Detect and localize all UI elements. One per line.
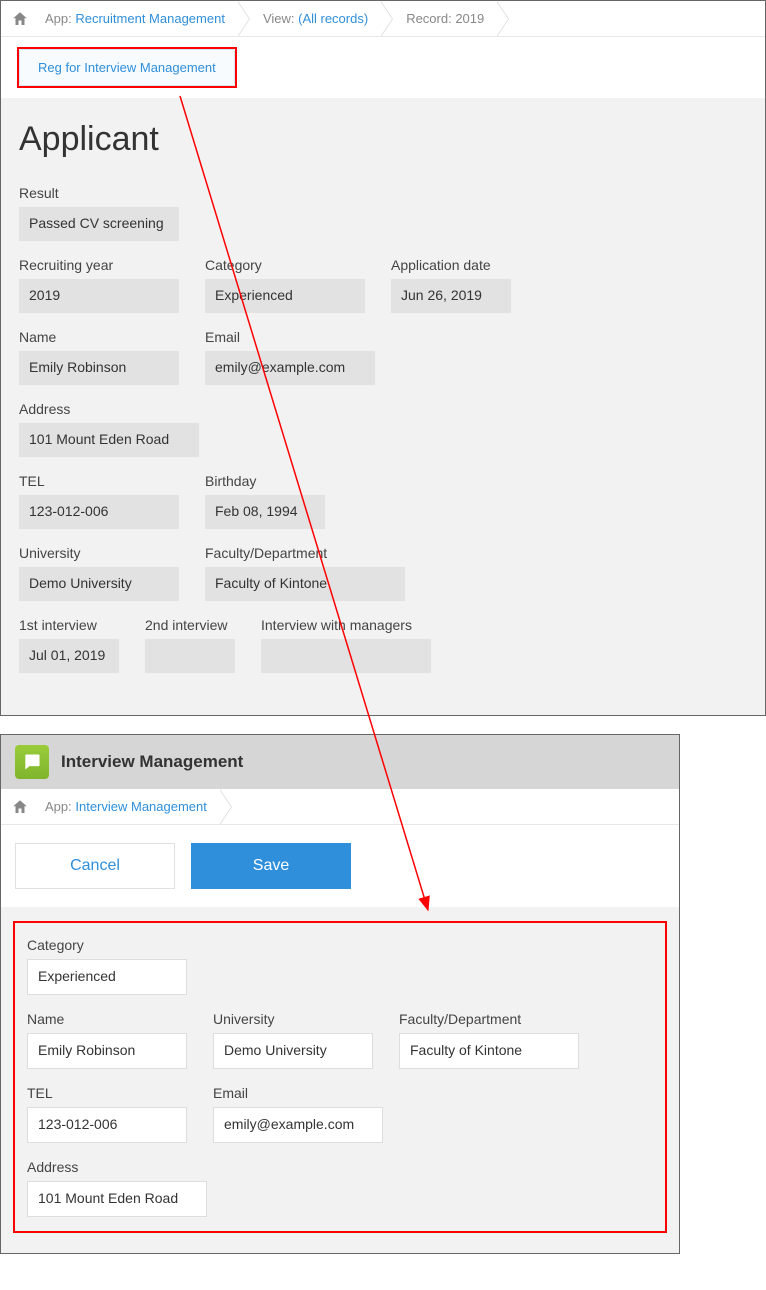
field-interview1: 1st interview Jul 01, 2019 [19, 617, 119, 673]
breadcrumb-view[interactable]: View: (All records) [241, 1, 384, 37]
field-interview-mgr: Interview with managers [261, 617, 431, 673]
field-email-2: Email emily@example.com [213, 1085, 383, 1143]
field-faculty-2: Faculty/Department Faculty of Kintone [399, 1011, 579, 1069]
field-tel: TEL 123-012-006 [19, 473, 179, 529]
breadcrumb: App: Recruitment Management View: (All r… [1, 1, 765, 37]
action-row: Reg for Interview Management [1, 37, 765, 98]
label-birthday: Birthday [205, 473, 325, 489]
field-name: Name Emily Robinson [19, 329, 179, 385]
label-interview-mgr: Interview with managers [261, 617, 431, 633]
label-address: Address [19, 401, 199, 417]
value-name-2[interactable]: Emily Robinson [27, 1033, 187, 1069]
reg-interview-button[interactable]: Reg for Interview Management [19, 49, 235, 86]
home-icon[interactable] [11, 10, 29, 28]
view-link[interactable]: (All records) [298, 11, 368, 26]
label-email: Email [205, 329, 375, 345]
field-name-2: Name Emily Robinson [27, 1011, 187, 1069]
value-interview1: Jul 01, 2019 [19, 639, 119, 673]
interview-form: Category Experienced Name Emily Robinson… [1, 907, 679, 1253]
value-category: Experienced [205, 279, 365, 313]
label-application-date: Application date [391, 257, 511, 273]
value-email: emily@example.com [205, 351, 375, 385]
field-result: Result Passed CV screening [19, 185, 179, 241]
label-interview1: 1st interview [19, 617, 119, 633]
field-faculty: Faculty/Department Faculty of Kintone [205, 545, 405, 601]
label-address-2: Address [27, 1159, 207, 1175]
label-university: University [19, 545, 179, 561]
field-address-2: Address 101 Mount Eden Road [27, 1159, 207, 1217]
breadcrumb-app-2[interactable]: App: Interview Management [33, 789, 223, 825]
label-tel: TEL [19, 473, 179, 489]
value-application-date: Jun 26, 2019 [391, 279, 511, 313]
app-header: Interview Management [1, 735, 679, 789]
field-email: Email emily@example.com [205, 329, 375, 385]
applicant-form: Applicant Result Passed CV screening Rec… [1, 98, 765, 715]
label-recruiting-year: Recruiting year [19, 257, 179, 273]
breadcrumb-2: App: Interview Management [1, 789, 679, 825]
value-tel: 123-012-006 [19, 495, 179, 529]
value-recruiting-year: 2019 [19, 279, 179, 313]
label-faculty: Faculty/Department [205, 545, 405, 561]
app-header-title: Interview Management [61, 752, 243, 772]
field-interview2: 2nd interview [145, 617, 235, 673]
value-address: 101 Mount Eden Road [19, 423, 199, 457]
view-prefix: View: [263, 11, 298, 26]
field-tel-2: TEL 123-012-006 [27, 1085, 187, 1143]
label-university-2: University [213, 1011, 373, 1027]
label-name-2: Name [27, 1011, 187, 1027]
label-faculty-2: Faculty/Department [399, 1011, 579, 1027]
breadcrumb-record: Record: 2019 [384, 1, 500, 37]
value-result: Passed CV screening [19, 207, 179, 241]
value-interview-mgr [261, 639, 431, 673]
button-row: Cancel Save [1, 825, 679, 907]
interview-panel: Interview Management App: Interview Mana… [0, 734, 680, 1254]
field-application-date: Application date Jun 26, 2019 [391, 257, 511, 313]
applicant-panel: App: Recruitment Management View: (All r… [0, 0, 766, 716]
app-link-2[interactable]: Interview Management [75, 799, 207, 814]
chat-icon [15, 745, 49, 779]
highlighted-fields: Category Experienced Name Emily Robinson… [13, 921, 667, 1233]
app-prefix-2: App: [45, 799, 75, 814]
value-faculty: Faculty of Kintone [205, 567, 405, 601]
label-result: Result [19, 185, 179, 201]
field-category: Category Experienced [205, 257, 365, 313]
page-title: Applicant [19, 120, 747, 159]
value-email-2[interactable]: emily@example.com [213, 1107, 383, 1143]
label-tel-2: TEL [27, 1085, 187, 1101]
home-icon[interactable] [11, 798, 29, 816]
label-interview2: 2nd interview [145, 617, 235, 633]
value-birthday: Feb 08, 1994 [205, 495, 325, 529]
record-label: Record: 2019 [406, 11, 484, 26]
field-university-2: University Demo University [213, 1011, 373, 1069]
value-university-2[interactable]: Demo University [213, 1033, 373, 1069]
app-prefix: App: [45, 11, 75, 26]
label-email-2: Email [213, 1085, 383, 1101]
value-university: Demo University [19, 567, 179, 601]
value-tel-2[interactable]: 123-012-006 [27, 1107, 187, 1143]
cancel-button[interactable]: Cancel [15, 843, 175, 889]
value-address-2[interactable]: 101 Mount Eden Road [27, 1181, 207, 1217]
field-university: University Demo University [19, 545, 179, 601]
field-category-2: Category Experienced [27, 937, 187, 995]
breadcrumb-app[interactable]: App: Recruitment Management [33, 1, 241, 37]
label-name: Name [19, 329, 179, 345]
save-button[interactable]: Save [191, 843, 351, 889]
value-faculty-2[interactable]: Faculty of Kintone [399, 1033, 579, 1069]
app-link[interactable]: Recruitment Management [75, 11, 225, 26]
value-category-2[interactable]: Experienced [27, 959, 187, 995]
field-recruiting-year: Recruiting year 2019 [19, 257, 179, 313]
label-category: Category [205, 257, 365, 273]
label-category-2: Category [27, 937, 187, 953]
field-birthday: Birthday Feb 08, 1994 [205, 473, 325, 529]
field-address: Address 101 Mount Eden Road [19, 401, 199, 457]
value-name: Emily Robinson [19, 351, 179, 385]
value-interview2 [145, 639, 235, 673]
